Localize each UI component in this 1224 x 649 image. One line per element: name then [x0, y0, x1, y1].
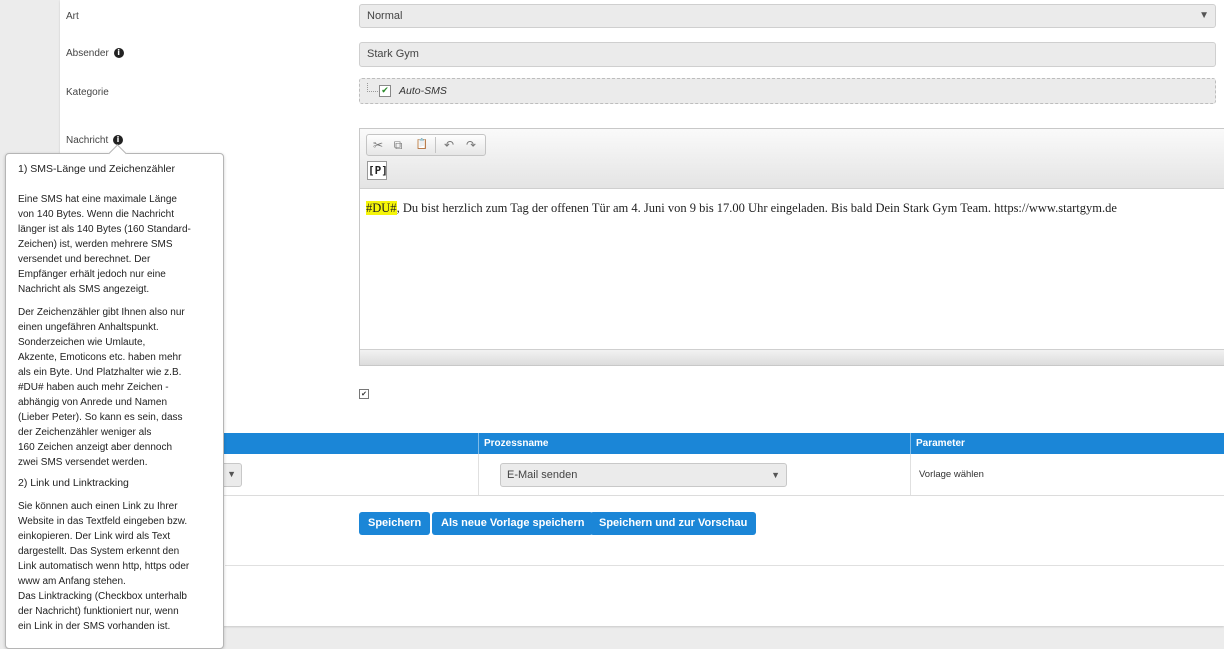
chevron-down-icon: ▼: [227, 469, 236, 479]
process-table-header: Prozessname Parameter: [60, 433, 1224, 454]
prozess-select-value: E-Mail senden: [507, 469, 578, 481]
kategorie-checkbox[interactable]: ✔: [379, 85, 391, 97]
placeholder-tag: #DU#: [366, 201, 397, 215]
parameter-link[interactable]: Vorlage wählen: [919, 469, 984, 480]
nachricht-label: Nachricht i: [66, 135, 124, 146]
divider: [225, 565, 1224, 566]
chevron-down-icon: ▼: [1199, 10, 1209, 21]
tooltip-paragraph: Eine SMS hat eine maximale Länge von 140…: [18, 194, 191, 295]
absender-label: Absender i: [66, 48, 124, 59]
tooltip-title-link: 2) Link und Linktracking: [18, 477, 129, 489]
info-icon[interactable]: i: [113, 48, 124, 58]
art-label: Art: [66, 11, 79, 22]
toolbar-separator: [435, 137, 436, 153]
absender-label-text: Absender: [66, 48, 109, 59]
kategorie-item-label[interactable]: Auto-SMS: [399, 85, 447, 97]
editor-statusbar: [360, 349, 1224, 365]
kategorie-tree: ✔ Auto-SMS: [359, 78, 1216, 104]
art-select[interactable]: Normal ▼: [359, 4, 1216, 28]
save-and-preview-button[interactable]: Speichern und zur Vorschau: [590, 512, 757, 535]
art-select-value: Normal: [367, 10, 403, 22]
tooltip-paragraph: Der Zeichenzähler gibt Ihnen also nur ei…: [18, 307, 185, 468]
paragraph-button[interactable]: [P]: [367, 161, 388, 180]
save-as-template-button[interactable]: Als neue Vorlage speichern: [432, 512, 594, 535]
message-text: , Du bist herzlich zum Tag der offenen T…: [396, 201, 1117, 215]
toolbar-group: ✂ ⧉ 📋 ↶ ↷: [366, 134, 486, 156]
editor-content[interactable]: #DU#, Du bist herzlich zum Tag der offen…: [366, 201, 1218, 216]
nachricht-label-text: Nachricht: [66, 135, 109, 146]
table-cell: Vorlage wählen: [910, 454, 1224, 495]
save-button[interactable]: Speichern: [359, 512, 431, 535]
linktracking-checkbox[interactable]: ✔: [359, 389, 369, 399]
absender-value: Stark Gym: [367, 48, 419, 60]
kategorie-label: Kategorie: [66, 87, 109, 98]
help-tooltip: 1) SMS-Länge und Zeichenzähler Eine SMS …: [5, 144, 224, 649]
table-row: ▼ E-Mail senden ▼ Vorlage wählen: [60, 454, 1224, 496]
editor-toolbar: ✂ ⧉ 📋 ↶ ↷ [P]: [360, 129, 1224, 189]
message-editor[interactable]: ✂ ⧉ 📋 ↶ ↷ [P] #DU#, Du bist herzlich zum…: [359, 128, 1224, 366]
paste-icon[interactable]: 📋: [413, 137, 431, 153]
undo-icon[interactable]: ↶: [440, 137, 458, 153]
tree-line: [367, 83, 378, 92]
tooltip-title-sms-length: 1) SMS-Länge und Zeichenzähler: [18, 163, 176, 175]
table-cell: E-Mail senden ▼: [478, 454, 910, 495]
cut-icon[interactable]: ✂: [369, 137, 387, 153]
chevron-down-icon: ▼: [771, 470, 780, 480]
prozess-select[interactable]: E-Mail senden ▼: [500, 463, 787, 487]
redo-icon[interactable]: ↷: [462, 137, 480, 153]
column-header-prozessname: Prozessname: [478, 433, 910, 454]
info-icon[interactable]: i: [113, 135, 124, 145]
column-header-parameter: Parameter: [910, 433, 1224, 454]
absender-input[interactable]: Stark Gym: [359, 42, 1216, 67]
tooltip-paragraph: Sie können auch einen Link zu Ihrer Webs…: [18, 501, 190, 632]
copy-icon[interactable]: ⧉: [389, 137, 407, 153]
